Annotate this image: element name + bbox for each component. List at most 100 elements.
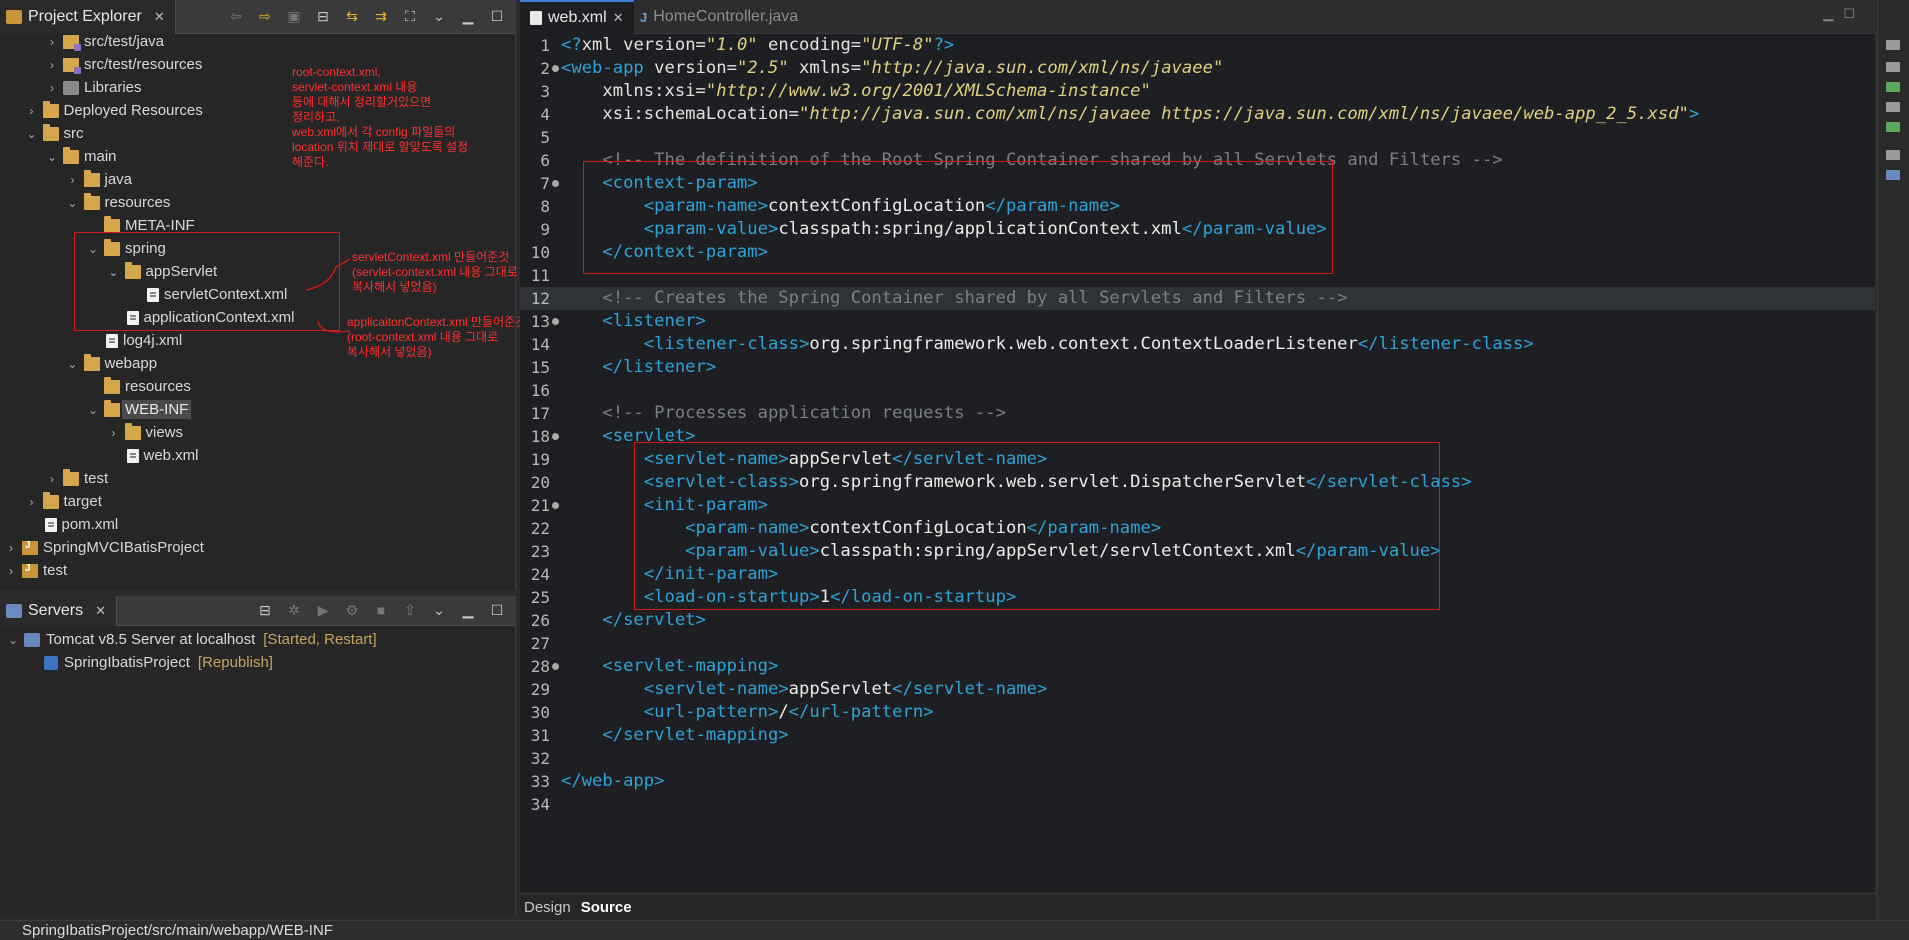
close-icon[interactable]: ✕: [154, 9, 165, 25]
back-arrow-icon[interactable]: ⇦: [226, 6, 246, 26]
code-line[interactable]: 15 </listener>: [520, 356, 1875, 379]
fold-toggle-icon[interactable]: [552, 65, 559, 72]
tree-item[interactable]: › test: [0, 467, 515, 490]
server-status: [Republish]: [197, 654, 273, 671]
tab-source[interactable]: Source: [581, 899, 632, 916]
tab-design[interactable]: Design: [524, 899, 571, 916]
code-line[interactable]: 14 <listener-class>org.springframework.w…: [520, 333, 1875, 356]
properties-icon[interactable]: [1886, 62, 1900, 72]
chevron-right-icon[interactable]: ›: [45, 81, 59, 95]
close-icon[interactable]: ✕: [95, 603, 106, 619]
chevron-down-icon[interactable]: ⌄: [66, 196, 80, 210]
tree-item-label: test: [43, 562, 68, 579]
server-row[interactable]: SpringIbatisProject [Republish]: [0, 651, 515, 674]
chevron-down-icon[interactable]: ⌄: [86, 403, 100, 417]
chevron-right-icon[interactable]: ›: [4, 564, 18, 578]
start-server-icon[interactable]: ▶: [313, 600, 333, 620]
server-row[interactable]: ⌄ Tomcat v8.5 Server at localhost [Started…: [0, 628, 515, 651]
tree-item[interactable]: ⌄ resources: [0, 191, 515, 214]
progress-icon[interactable]: [1886, 122, 1900, 132]
code-line[interactable]: 33 </web-app>: [520, 770, 1875, 793]
view-menu-icon[interactable]: ⌄: [429, 600, 449, 620]
maximize-icon[interactable]: ☐: [487, 600, 507, 620]
tree-item[interactable]: pom.xml: [0, 513, 515, 536]
tasks-icon[interactable]: [1886, 150, 1900, 160]
fold-toggle-icon[interactable]: [552, 502, 559, 509]
profile-icon[interactable]: ⚙: [342, 600, 362, 620]
java-file-icon: J: [640, 9, 648, 25]
tree-item[interactable]: web.xml: [0, 444, 515, 467]
code-line[interactable]: 16: [520, 379, 1875, 402]
outline-icon[interactable]: [1886, 40, 1900, 50]
link-with-editor-icon[interactable]: ⇆: [342, 6, 362, 26]
tree-item[interactable]: ⌄ WEB-INF: [0, 398, 515, 421]
tree-item[interactable]: › views: [0, 421, 515, 444]
code-line[interactable]: 30 <url-pattern>/</url-pattern>: [520, 701, 1875, 724]
close-icon[interactable]: ✕: [613, 10, 624, 26]
project-icon: [22, 563, 38, 578]
chevron-right-icon[interactable]: ›: [4, 541, 18, 555]
fold-toggle-icon[interactable]: [552, 318, 559, 325]
chevron-down-icon[interactable]: ⌄: [25, 127, 39, 141]
code-line[interactable]: 3 xmlns:xsi="http://www.w3.org/2001/XMLS…: [520, 80, 1875, 103]
up-folder-icon[interactable]: ▣: [284, 6, 304, 26]
code-line[interactable]: 26 </servlet>: [520, 609, 1875, 632]
code-line[interactable]: 4 xsi:schemaLocation="http://java.sun.co…: [520, 103, 1875, 126]
code-line[interactable]: 31 </servlet-mapping>: [520, 724, 1875, 747]
code-line[interactable]: 27: [520, 632, 1875, 655]
tree-item[interactable]: › src/test/java: [0, 30, 515, 53]
fold-toggle-icon[interactable]: [552, 433, 559, 440]
tree-item[interactable]: › java: [0, 168, 515, 191]
fold-toggle-icon[interactable]: [552, 663, 559, 670]
code-line[interactable]: 1 <?xml version="1.0" encoding="UTF-8"?>: [520, 34, 1875, 57]
code-line[interactable]: 28 <servlet-mapping>: [520, 655, 1875, 678]
tab-project-explorer[interactable]: Project Explorer ✕: [0, 0, 176, 34]
chevron-right-icon[interactable]: ›: [66, 173, 80, 187]
code-line[interactable]: 34: [520, 793, 1875, 816]
code-editor[interactable]: 1 <?xml version="1.0" encoding="UTF-8"?> 2…: [520, 34, 1875, 816]
publish-icon[interactable]: ⇪: [400, 600, 420, 620]
focus-icon[interactable]: ⛶: [400, 6, 420, 26]
code-line[interactable]: 32: [520, 747, 1875, 770]
view-menu-icon[interactable]: ⌄: [429, 6, 449, 26]
fold-toggle-icon[interactable]: [552, 180, 559, 187]
chevron-right-icon[interactable]: ›: [45, 35, 59, 49]
maximize-icon[interactable]: ☐: [487, 6, 507, 26]
code-line[interactable]: 2 <web-app version="2.5" xmlns="http://ja…: [520, 57, 1875, 80]
line-number: 34: [530, 795, 550, 814]
code-line[interactable]: 5: [520, 126, 1875, 149]
chevron-down-icon[interactable]: ⌄: [6, 633, 20, 647]
chevron-down-icon[interactable]: ⌄: [66, 357, 80, 371]
forward-arrow-icon[interactable]: ⇨: [255, 6, 275, 26]
markers-icon[interactable]: [1886, 102, 1900, 112]
tree-item[interactable]: resources: [0, 375, 515, 398]
tree-item[interactable]: › target: [0, 490, 515, 513]
code-line[interactable]: 12 <!-- Creates the Spring Container sha…: [520, 287, 1875, 310]
line-number: 27: [530, 634, 550, 653]
collapse-all-icon[interactable]: ⊟: [255, 600, 275, 620]
minimize-icon[interactable]: ▁: [458, 6, 478, 26]
code-line[interactable]: 17 <!-- Processes application requests -…: [520, 402, 1875, 425]
chevron-right-icon[interactable]: ›: [107, 426, 121, 440]
chevron-right-icon[interactable]: ›: [25, 495, 39, 509]
tree-item[interactable]: › SpringMVCIBatisProject: [0, 536, 515, 559]
collapse-all-icon[interactable]: ⊟: [313, 6, 333, 26]
chevron-down-icon[interactable]: ⌄: [45, 150, 59, 164]
console-icon[interactable]: [1886, 82, 1900, 92]
tab-home-controller[interactable]: J HomeController.java: [630, 0, 808, 34]
chevron-right-icon[interactable]: ›: [45, 472, 59, 486]
search-view-icon[interactable]: [1886, 170, 1900, 180]
code-line[interactable]: 13 <listener>: [520, 310, 1875, 333]
editor-window-controls[interactable]: ▁☐: [1823, 6, 1865, 22]
chevron-right-icon[interactable]: ›: [45, 58, 59, 72]
tree-item[interactable]: › test: [0, 559, 515, 582]
chevron-right-icon[interactable]: ›: [25, 104, 39, 118]
file-icon: [44, 517, 57, 532]
stop-server-icon[interactable]: ■: [371, 600, 391, 620]
minimize-icon[interactable]: ▁: [458, 600, 478, 620]
tab-servers[interactable]: Servers ✕: [0, 596, 118, 626]
code-line[interactable]: 29 <servlet-name>appServlet</servlet-nam…: [520, 678, 1875, 701]
sync-icon[interactable]: ⇉: [371, 6, 391, 26]
tab-web-xml[interactable]: web.xml ✕: [520, 0, 634, 34]
debug-icon[interactable]: ✲: [284, 600, 304, 620]
